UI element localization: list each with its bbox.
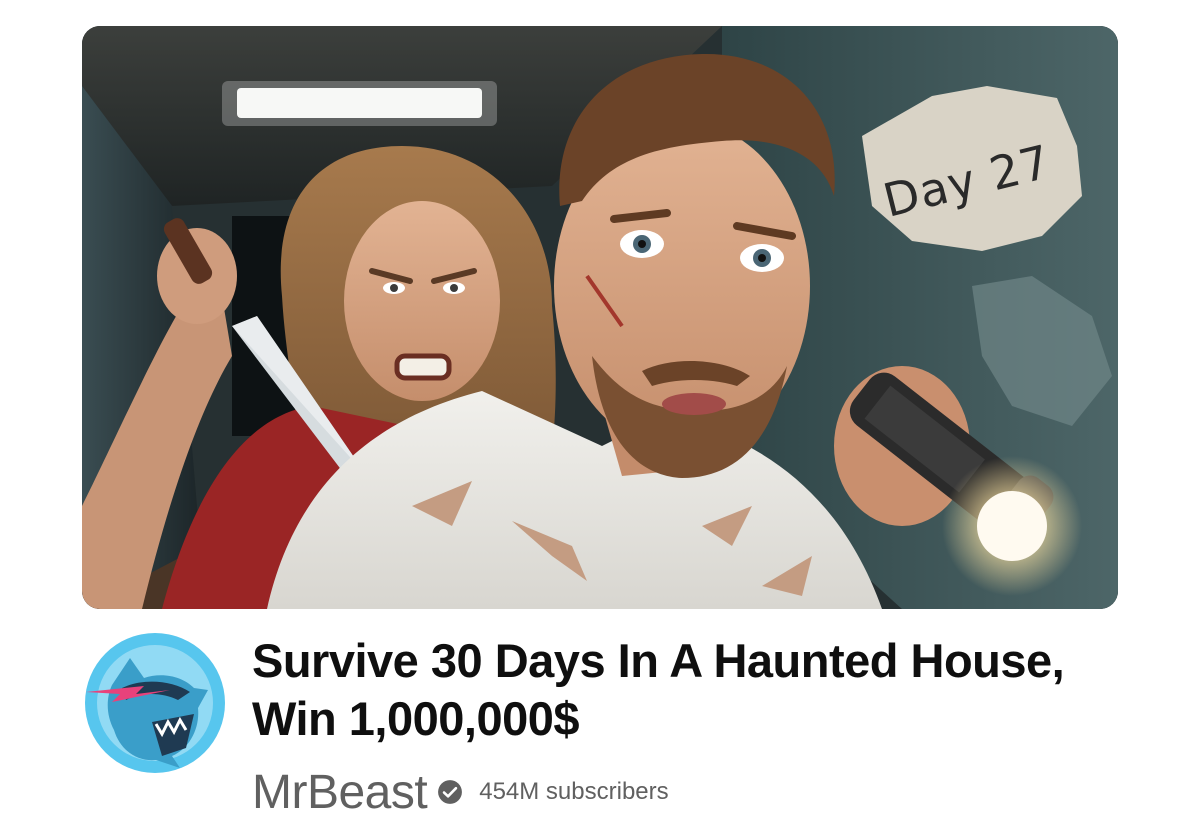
verified-badge-icon bbox=[437, 779, 463, 805]
panther-logo-icon bbox=[85, 633, 225, 773]
video-thumbnail[interactable]: Day 27 bbox=[82, 26, 1118, 609]
thumbnail-scene bbox=[82, 26, 1118, 609]
video-card[interactable]: Day 27 Survive 30 Days In A Haunted Hous… bbox=[0, 0, 1200, 839]
video-title-line-2: Win 1,000,000$ bbox=[252, 692, 580, 745]
video-title-line-1: Survive 30 Days In A Haunted House, bbox=[252, 634, 1065, 687]
channel-info: MrBeast 454M subscribers bbox=[252, 764, 669, 820]
channel-avatar[interactable] bbox=[82, 630, 228, 776]
channel-name[interactable]: MrBeast bbox=[252, 765, 428, 820]
subscriber-count: 454M subscribers bbox=[479, 778, 669, 805]
video-title[interactable]: Survive 30 Days In A Haunted House, Win … bbox=[252, 632, 1152, 748]
